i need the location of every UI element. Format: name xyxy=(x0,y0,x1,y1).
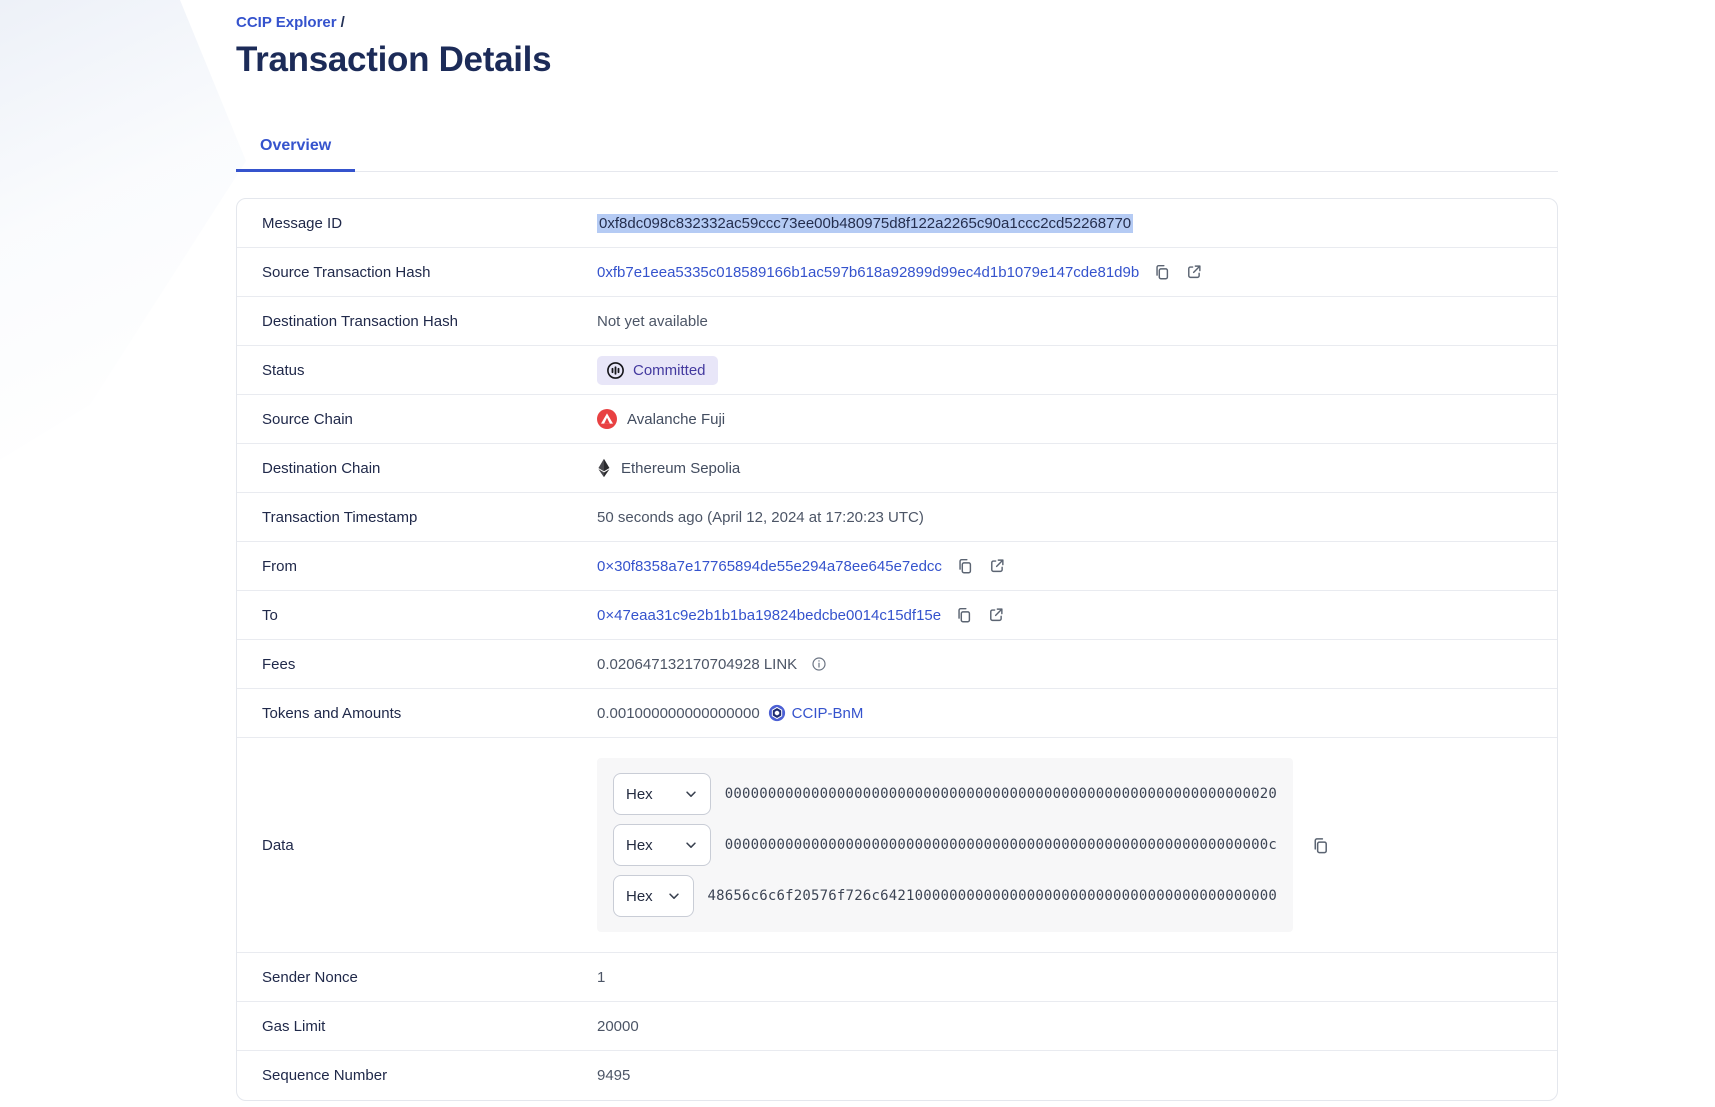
table-row-sender-nonce: Sender Nonce 1 xyxy=(237,953,1557,1002)
status-label: Status xyxy=(262,362,597,379)
dest-tx-hash-label: Destination Transaction Hash xyxy=(262,313,597,330)
sequence-number-value: 9495 xyxy=(597,1067,630,1084)
data-hex-box: Hex 000000000000000000000000000000000000… xyxy=(597,758,1293,932)
ethereum-logo-icon xyxy=(597,458,611,478)
sender-nonce-value: 1 xyxy=(597,969,605,986)
data-hex-value: 0000000000000000000000000000000000000000… xyxy=(725,786,1277,802)
copy-icon[interactable] xyxy=(1311,836,1330,855)
copy-icon[interactable] xyxy=(956,557,974,575)
source-tx-hash-label: Source Transaction Hash xyxy=(262,264,597,281)
data-line: Hex 000000000000000000000000000000000000… xyxy=(613,773,1277,815)
table-row-timestamp: Transaction Timestamp 50 seconds ago (Ap… xyxy=(237,493,1557,542)
tab-bar: Overview xyxy=(236,127,1558,172)
message-id-label: Message ID xyxy=(262,215,597,232)
table-row-data: Data Hex 0000000000000000000000000000000… xyxy=(237,738,1557,953)
external-link-icon[interactable] xyxy=(987,606,1005,624)
table-row-message-id: Message ID 0xf8dc098c832332ac59ccc73ee00… xyxy=(237,199,1557,248)
tokens-label: Tokens and Amounts xyxy=(262,705,597,722)
breadcrumb: CCIP Explorer/ xyxy=(236,14,1558,31)
from-label: From xyxy=(262,558,597,575)
data-format-selected-value: Hex xyxy=(626,837,653,854)
page: CCIP Explorer/ Transaction Details Overv… xyxy=(0,0,1715,1101)
token-link[interactable]: CCIP-BnM xyxy=(768,704,864,722)
status-badge: Committed xyxy=(597,356,718,385)
avalanche-logo-icon xyxy=(597,409,617,429)
gas-limit-value: 20000 xyxy=(597,1018,639,1035)
ccip-bnm-token-icon xyxy=(768,704,786,722)
table-row-tokens: Tokens and Amounts 0.001000000000000000 … xyxy=(237,689,1557,738)
page-title: Transaction Details xyxy=(236,39,1558,81)
table-row-sequence-number: Sequence Number 9495 xyxy=(237,1051,1557,1100)
tab-overview[interactable]: Overview xyxy=(236,127,355,172)
table-row-fees: Fees 0.020647132170704928 LINK xyxy=(237,640,1557,689)
copy-icon[interactable] xyxy=(955,606,973,624)
fees-label: Fees xyxy=(262,656,597,673)
table-row-to: To 0×47eaa31c9e2b1b1ba19824bedcbe0014c15… xyxy=(237,591,1557,640)
sequence-number-label: Sequence Number xyxy=(262,1067,597,1084)
table-row-source-chain: Source Chain Avalanche Fuji xyxy=(237,395,1557,444)
source-chain-value: Avalanche Fuji xyxy=(627,411,725,428)
data-label: Data xyxy=(262,837,597,854)
transaction-details-card: Message ID 0xf8dc098c832332ac59ccc73ee00… xyxy=(236,198,1558,1101)
breadcrumb-separator: / xyxy=(341,14,345,31)
table-row-from: From 0×30f8358a7e17765894de55e294a78ee64… xyxy=(237,542,1557,591)
data-format-selected-value: Hex xyxy=(626,888,653,905)
table-row-gas-limit: Gas Limit 20000 xyxy=(237,1002,1557,1051)
chevron-down-icon xyxy=(684,787,698,801)
chevron-down-icon xyxy=(667,889,681,903)
data-line: Hex 000000000000000000000000000000000000… xyxy=(613,824,1277,866)
data-line: Hex 48656c6c6f20576f726c6421000000000000… xyxy=(613,875,1277,917)
fees-value: 0.020647132170704928 LINK xyxy=(597,656,797,673)
timestamp-value: 50 seconds ago (April 12, 2024 at 17:20:… xyxy=(597,509,924,526)
source-chain-label: Source Chain xyxy=(262,411,597,428)
data-hex-value: 0000000000000000000000000000000000000000… xyxy=(725,837,1277,853)
token-amount: 0.001000000000000000 xyxy=(597,705,760,722)
message-id-value: 0xf8dc098c832332ac59ccc73ee00b480975d8f1… xyxy=(597,214,1133,233)
external-link-icon[interactable] xyxy=(1185,263,1203,281)
sender-nonce-label: Sender Nonce xyxy=(262,969,597,986)
dest-chain-label: Destination Chain xyxy=(262,460,597,477)
gas-limit-label: Gas Limit xyxy=(262,1018,597,1035)
chevron-down-icon xyxy=(684,838,698,852)
source-tx-hash-link[interactable]: 0xfb7e1eea5335c018589166b1ac597b618a9289… xyxy=(597,264,1139,281)
from-address-link[interactable]: 0×30f8358a7e17765894de55e294a78ee645e7ed… xyxy=(597,558,942,575)
copy-icon[interactable] xyxy=(1153,263,1171,281)
breadcrumb-link-ccip-explorer[interactable]: CCIP Explorer xyxy=(236,14,337,31)
dest-tx-hash-value: Not yet available xyxy=(597,313,708,330)
table-row-dest-chain: Destination Chain Ethereum Sepolia xyxy=(237,444,1557,493)
data-format-select[interactable]: Hex xyxy=(613,875,694,917)
external-link-icon[interactable] xyxy=(988,557,1006,575)
data-hex-value: 48656c6c6f20576f726c64210000000000000000… xyxy=(708,888,1278,904)
token-name: CCIP-BnM xyxy=(792,705,864,722)
data-format-selected-value: Hex xyxy=(626,786,653,803)
to-label: To xyxy=(262,607,597,624)
info-icon[interactable] xyxy=(811,656,827,672)
table-row-dest-tx-hash: Destination Transaction Hash Not yet ava… xyxy=(237,297,1557,346)
dest-chain-value: Ethereum Sepolia xyxy=(621,460,740,477)
to-address-link[interactable]: 0×47eaa31c9e2b1b1ba19824bedcbe0014c15df1… xyxy=(597,607,941,624)
table-row-status: Status Committed xyxy=(237,346,1557,395)
status-badge-text: Committed xyxy=(633,362,706,379)
table-row-source-tx-hash: Source Transaction Hash 0xfb7e1eea5335c0… xyxy=(237,248,1557,297)
timestamp-label: Transaction Timestamp xyxy=(262,509,597,526)
data-format-select[interactable]: Hex xyxy=(613,773,711,815)
data-format-select[interactable]: Hex xyxy=(613,824,711,866)
committed-status-icon xyxy=(606,361,625,380)
